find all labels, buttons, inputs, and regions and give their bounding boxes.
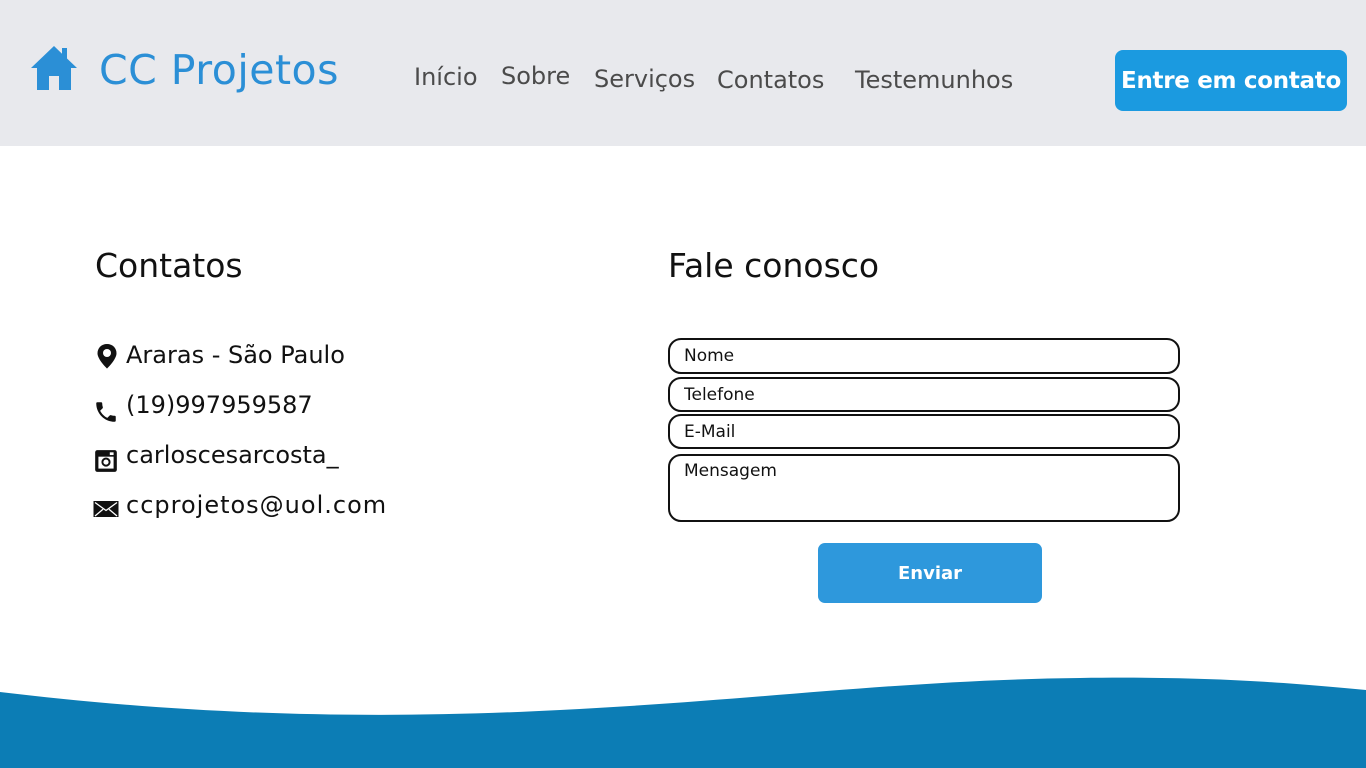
nav-item-sobre[interactable]: Sobre xyxy=(501,62,570,90)
location-pin-icon xyxy=(97,344,117,369)
message-field[interactable] xyxy=(668,454,1180,522)
footer-wave xyxy=(0,677,1366,768)
submit-button[interactable]: Enviar xyxy=(818,543,1042,603)
site-header: CC Projetos Início Sobre Serviços Contat… xyxy=(0,0,1366,146)
instagram-icon xyxy=(95,450,117,472)
brand-name[interactable]: CC Projetos xyxy=(99,46,339,94)
nav-item-servicos[interactable]: Serviços xyxy=(594,65,695,93)
phone-icon xyxy=(96,402,116,422)
contact-email-text: ccprojetos@uol.com xyxy=(126,491,388,519)
contact-phone-text: (19)997959587 xyxy=(126,391,313,419)
contact-cta-button[interactable]: Entre em contato xyxy=(1115,50,1347,111)
contacts-title: Contatos xyxy=(95,246,243,285)
contact-location-text: Araras - São Paulo xyxy=(126,341,345,369)
nav-item-testemunhos[interactable]: Testemunhos xyxy=(855,66,1013,94)
nav-item-inicio[interactable]: Início xyxy=(414,63,478,91)
phone-field[interactable] xyxy=(668,377,1180,412)
contact-instagram-text: carloscesarcosta_ xyxy=(126,441,339,469)
email-field[interactable] xyxy=(668,414,1180,449)
form-title: Fale conosco xyxy=(668,246,880,285)
nav-item-contatos[interactable]: Contatos xyxy=(717,66,824,94)
name-field[interactable] xyxy=(668,338,1180,374)
envelope-icon xyxy=(93,501,119,517)
home-icon[interactable] xyxy=(29,44,79,92)
